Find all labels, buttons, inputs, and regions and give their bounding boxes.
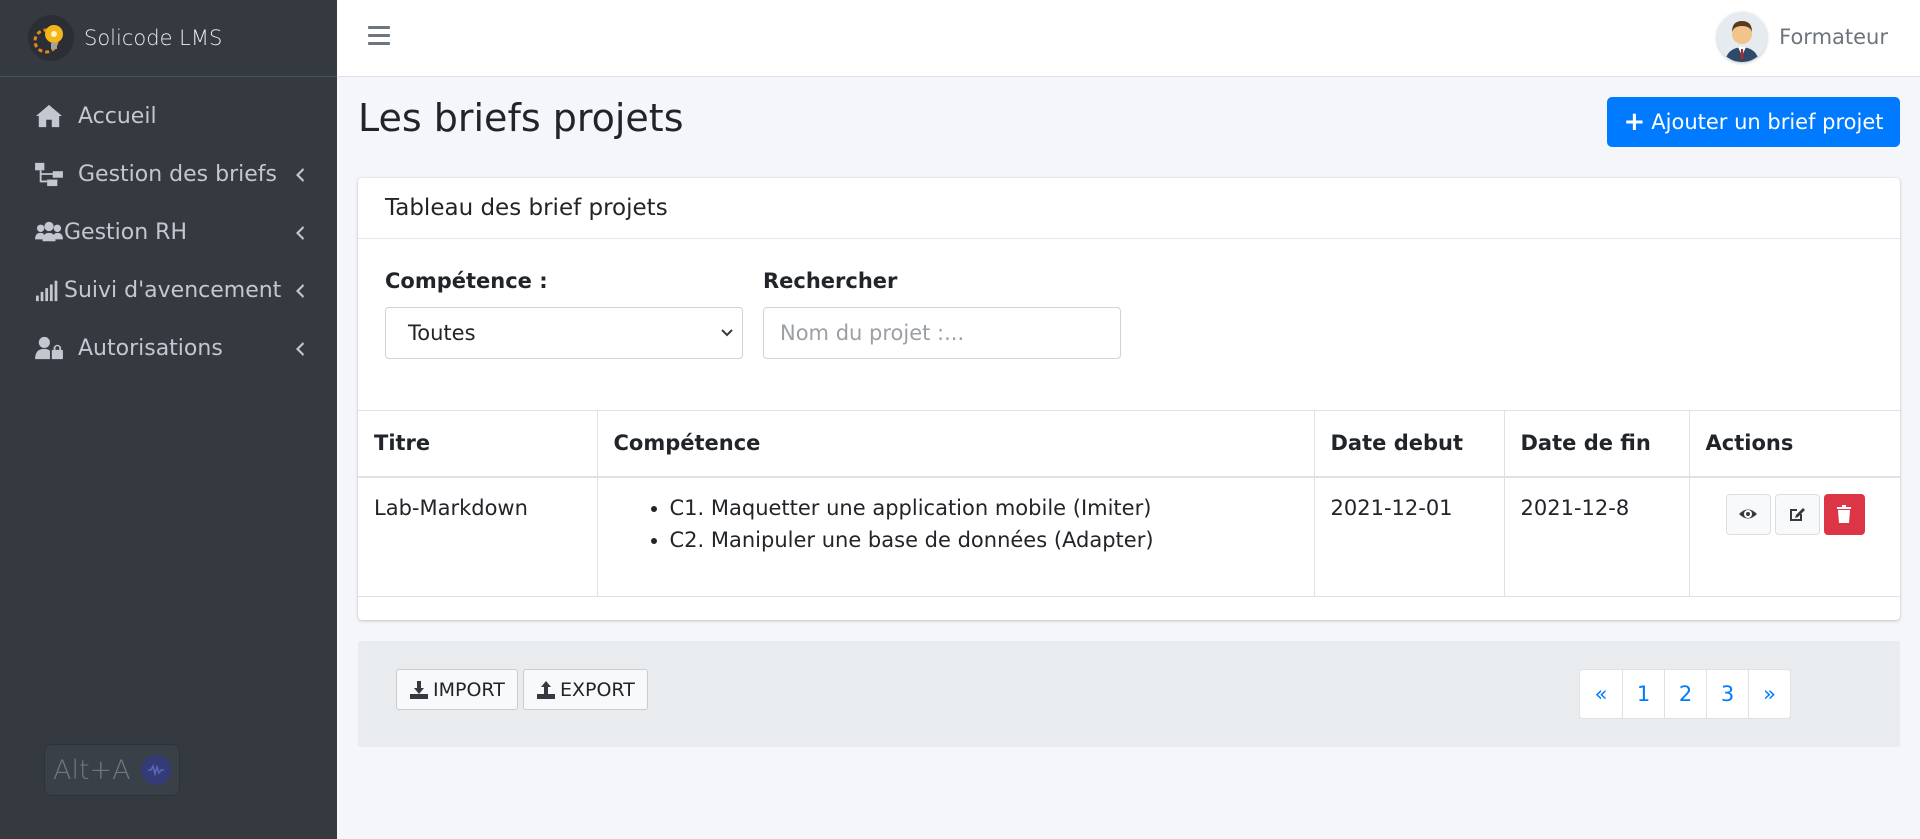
search-label: Rechercher xyxy=(763,269,898,293)
trash-icon xyxy=(1837,505,1851,523)
search-input[interactable]: Nom du projet :... xyxy=(763,307,1121,359)
avatar xyxy=(1717,12,1768,62)
competence-value: Toutes xyxy=(408,321,476,345)
column-header-date-debut: Date debut xyxy=(1313,410,1505,478)
pagination-page-1[interactable]: 1 xyxy=(1622,670,1664,718)
table-footer: IMPORT EXPORT « 1 2 3 » xyxy=(358,641,1900,747)
table-header-row: Titre Compétence Date debut Date de fin … xyxy=(358,410,1900,478)
pagination-prev[interactable]: « xyxy=(1580,670,1622,718)
column-header-date-fin: Date de fin xyxy=(1503,410,1690,478)
cell-competence: C1. Maquetter une application mobile (Im… xyxy=(596,476,1315,597)
column-header-titre: Titre xyxy=(358,410,598,478)
cell-date-fin: 2021-12-8 xyxy=(1503,476,1690,597)
pagination-next[interactable]: » xyxy=(1748,670,1790,718)
sidebar-item-label: Accueil xyxy=(78,103,157,129)
brand-logo-icon xyxy=(28,15,74,61)
edit-button[interactable] xyxy=(1774,493,1820,535)
sidebar-item-label: Gestion des briefs xyxy=(78,161,277,187)
download-icon xyxy=(410,680,428,699)
shortcut-badge[interactable]: Alt+A xyxy=(44,744,180,796)
eye-icon xyxy=(1739,509,1757,519)
competence-item: C1. Maquetter une application mobile (Im… xyxy=(670,492,1314,524)
menu-toggle-icon[interactable] xyxy=(368,26,390,46)
import-label: IMPORT xyxy=(433,678,505,701)
chevron-down-icon xyxy=(721,329,733,337)
chevron-left-icon xyxy=(293,339,307,357)
sidebar-item-label: Suivi d'avencement xyxy=(64,277,282,303)
search-group: Rechercher Nom du projet :... xyxy=(763,269,1121,359)
user-name: Formateur xyxy=(1779,25,1888,49)
export-label: EXPORT xyxy=(560,678,635,701)
upload-icon xyxy=(537,680,555,699)
competence-label: Compétence : xyxy=(385,269,548,293)
sidebar-item-gestion-rh[interactable]: Gestion RH xyxy=(0,203,337,261)
brand[interactable]: Solicode LMS xyxy=(0,0,337,77)
chevron-left-icon xyxy=(293,223,307,241)
competence-item: C2. Manipuler une base de données (Adapt… xyxy=(670,524,1314,556)
import-button[interactable]: IMPORT xyxy=(396,669,518,710)
card-title: Tableau des brief projets xyxy=(358,178,1900,239)
filters: Compétence : Toutes Rechercher Nom du pr… xyxy=(385,269,1141,359)
sidebar-item-label: Gestion RH xyxy=(64,219,188,245)
view-button[interactable] xyxy=(1725,493,1771,535)
sidebar: Solicode LMS Accueil Gestion des briefs … xyxy=(0,0,337,839)
sidebar-item-label: Autorisations xyxy=(78,335,223,361)
edit-icon xyxy=(1790,508,1805,521)
user-lock-icon xyxy=(34,334,68,362)
plus-icon: + xyxy=(1623,107,1646,137)
users-icon xyxy=(34,218,64,246)
sidebar-item-suivi[interactable]: Suivi d'avencement xyxy=(0,261,337,319)
column-header-actions: Actions xyxy=(1688,410,1900,478)
topbar: Formateur xyxy=(337,0,1920,77)
competence-select[interactable]: Toutes xyxy=(385,307,743,359)
table-row: Lab-Markdown C1. Maquetter une applicati… xyxy=(358,476,1900,597)
delete-button[interactable] xyxy=(1823,493,1865,535)
pagination-page-3[interactable]: 3 xyxy=(1706,670,1748,718)
competence-filter-group: Compétence : Toutes xyxy=(385,269,743,359)
sidebar-item-accueil[interactable]: Accueil xyxy=(0,87,337,145)
export-button[interactable]: EXPORT xyxy=(523,669,648,710)
pagination-page-2[interactable]: 2 xyxy=(1664,670,1706,718)
user-menu[interactable]: Formateur xyxy=(1717,10,1888,64)
search-placeholder: Nom du projet :... xyxy=(780,321,965,345)
sitemap-icon xyxy=(34,160,68,188)
chevron-left-icon xyxy=(293,281,307,299)
cell-titre: Lab-Markdown xyxy=(358,476,598,597)
sidebar-item-gestion-briefs[interactable]: Gestion des briefs xyxy=(0,145,337,203)
briefs-table: Titre Compétence Date debut Date de fin … xyxy=(358,410,1900,597)
cell-actions xyxy=(1688,476,1900,597)
brand-name: Solicode LMS xyxy=(84,26,223,50)
signal-icon xyxy=(34,276,64,304)
page-title: Les briefs projets xyxy=(358,96,684,140)
briefs-card: Tableau des brief projets Compétence : T… xyxy=(358,178,1900,620)
sidebar-nav: Accueil Gestion des briefs Gestion RH Su… xyxy=(0,77,337,377)
sidebar-item-autorisations[interactable]: Autorisations xyxy=(0,319,337,377)
chevron-left-icon xyxy=(293,165,307,183)
add-brief-label: Ajouter un brief projet xyxy=(1651,110,1884,134)
home-icon xyxy=(34,102,68,130)
column-header-competence: Compétence xyxy=(596,410,1315,478)
voice-wave-icon xyxy=(140,755,171,785)
pagination: « 1 2 3 » xyxy=(1579,669,1791,719)
shortcut-label: Alt+A xyxy=(53,754,131,786)
add-brief-button[interactable]: + Ajouter un brief projet xyxy=(1607,97,1900,147)
cell-date-debut: 2021-12-01 xyxy=(1313,476,1505,597)
